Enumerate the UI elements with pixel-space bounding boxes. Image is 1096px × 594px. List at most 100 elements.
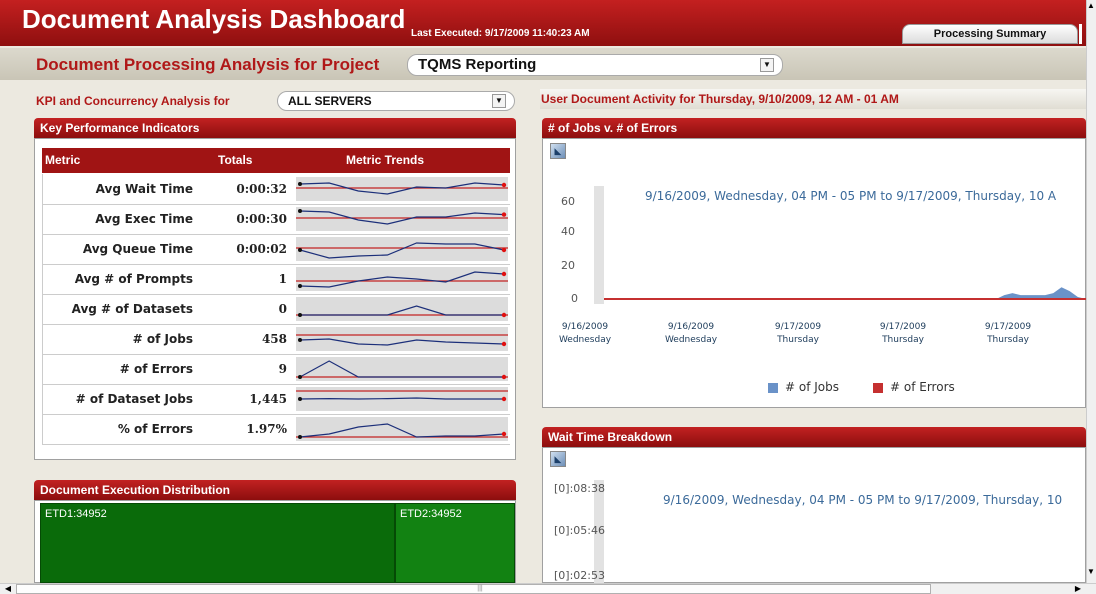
column-header-totals: Totals bbox=[218, 153, 253, 167]
y-tick-label: 60 bbox=[561, 195, 575, 208]
legend-label-jobs: # of Jobs bbox=[785, 380, 839, 394]
sparkline bbox=[296, 387, 508, 411]
server-dropdown-value: ALL SERVERS bbox=[288, 94, 372, 108]
scroll-right-icon[interactable]: ▶ bbox=[1072, 583, 1084, 594]
x-tick-date: 9/17/2009 bbox=[879, 322, 927, 332]
chart-options-icon[interactable]: ◣ bbox=[550, 143, 566, 159]
scroll-left-icon[interactable]: ◀ bbox=[2, 583, 14, 594]
sparkline bbox=[296, 357, 508, 381]
sparkline bbox=[296, 327, 508, 351]
x-tick-label: 9/16/2009 Wednesday bbox=[550, 321, 620, 347]
x-tick-day: Thursday bbox=[987, 335, 1029, 345]
chevron-down-icon[interactable]: ▼ bbox=[492, 94, 506, 108]
sparkline-start-point bbox=[298, 375, 302, 379]
jobs-chart-title: # of Jobs v. # of Errors bbox=[542, 118, 1086, 138]
y-tick-label: 20 bbox=[561, 259, 575, 272]
kpi-total-value: 0 bbox=[278, 302, 287, 316]
y-tick-label: [0]:02:53 bbox=[554, 569, 605, 582]
kpi-metric-label: % of Errors bbox=[117, 422, 193, 436]
kpi-row: Avg Queue Time 0:00:02 bbox=[42, 234, 510, 265]
x-tick-date: 9/17/2009 bbox=[774, 322, 822, 332]
scroll-grip-icon: ||| bbox=[477, 585, 483, 592]
processing-summary-button[interactable]: Processing Summary bbox=[902, 24, 1078, 44]
kpi-total-value: 0:00:30 bbox=[236, 212, 287, 226]
tab-separator bbox=[1079, 24, 1082, 44]
column-header-metric: Metric bbox=[45, 153, 81, 167]
jobs-chart-plot bbox=[604, 287, 1086, 300]
sparkline bbox=[296, 177, 508, 201]
x-tick-day: Wednesday bbox=[558, 335, 612, 345]
y-tick-label: 40 bbox=[561, 225, 575, 238]
sparkline bbox=[296, 237, 508, 261]
kpi-total-value: 9 bbox=[278, 362, 287, 376]
sparkline-start-point bbox=[298, 338, 302, 342]
kpi-row: # of Dataset Jobs 1,445 bbox=[42, 384, 510, 415]
sparkline-start-point bbox=[298, 209, 302, 213]
chevron-down-icon[interactable]: ▼ bbox=[760, 58, 774, 72]
kpi-total-value: 1,445 bbox=[249, 392, 287, 406]
sparkline-start-point bbox=[298, 435, 302, 439]
scroll-up-icon[interactable]: ▲ bbox=[1086, 0, 1096, 12]
sparkline bbox=[296, 267, 508, 291]
column-header-metric-trends: Metric Trends bbox=[346, 153, 425, 167]
project-dropdown[interactable]: TQMS Reporting ▼ bbox=[407, 54, 783, 76]
x-tick-day: Wednesday bbox=[664, 335, 718, 345]
y-tick-label: 0 bbox=[571, 292, 578, 305]
sparkline-end-point bbox=[501, 312, 507, 318]
sparkline bbox=[296, 417, 508, 441]
vertical-scrollbar[interactable] bbox=[1086, 0, 1096, 583]
x-tick-label: 9/17/2009 Thursday bbox=[868, 321, 938, 347]
scroll-down-icon[interactable]: ▼ bbox=[1086, 566, 1096, 578]
x-tick-label: 9/17/2009 Thursday bbox=[973, 321, 1043, 347]
kpi-metric-label: Avg # of Prompts bbox=[74, 272, 193, 286]
last-executed-text: Last Executed: 9/17/2009 11:40:23 AM bbox=[411, 28, 590, 39]
kpi-total-value: 458 bbox=[261, 332, 287, 346]
distribution-panel-title: Document Execution Distribution bbox=[34, 480, 516, 500]
kpi-row: # of Jobs 458 bbox=[42, 324, 510, 355]
user-activity-title: User Document Activity for Thursday, 9/1… bbox=[540, 89, 1086, 109]
jobs-chart-panel bbox=[542, 138, 1086, 408]
series-area-jobs bbox=[604, 287, 1086, 299]
sparkline-background bbox=[296, 297, 508, 321]
wait-chart-panel bbox=[542, 447, 1086, 583]
sparkline bbox=[296, 207, 508, 231]
kpi-metric-label: # of Dataset Jobs bbox=[75, 392, 193, 406]
kpi-row: # of Errors 9 bbox=[42, 354, 510, 385]
kpi-row: Avg # of Datasets 0 bbox=[42, 294, 510, 325]
sparkline-end-point bbox=[501, 212, 507, 217]
sparkline-end-point bbox=[501, 431, 507, 437]
legend-swatch-errors bbox=[873, 383, 883, 393]
wait-chart-title: Wait Time Breakdown bbox=[542, 427, 1086, 447]
kpi-row: Avg Wait Time 0:00:32 bbox=[42, 174, 510, 205]
page-title: Document Analysis Dashboard bbox=[22, 4, 406, 34]
sparkline-end-point bbox=[501, 271, 507, 277]
sparkline-end-point bbox=[501, 374, 507, 380]
kpi-table-header: Metric Totals Metric Trends bbox=[42, 148, 510, 173]
server-dropdown[interactable]: ALL SERVERS ▼ bbox=[277, 91, 515, 111]
legend-label-errors: # of Errors bbox=[890, 380, 955, 394]
y-tick-label: [0]:05:46 bbox=[554, 524, 605, 537]
jobs-chart-date-range: 9/16/2009, Wednesday, 04 PM - 05 PM to 9… bbox=[645, 189, 1057, 203]
kpi-panel-title: Key Performance Indicators bbox=[34, 118, 516, 138]
legend-swatch-jobs bbox=[768, 383, 778, 393]
x-tick-label: 9/17/2009 Thursday bbox=[763, 321, 833, 347]
distribution-cell-etd2[interactable]: ETD2:34952 bbox=[395, 503, 515, 583]
x-tick-date: 9/17/2009 bbox=[984, 322, 1032, 332]
sparkline-end-point bbox=[501, 247, 507, 253]
sparkline-end-point bbox=[501, 341, 507, 347]
kpi-metric-label: # of Errors bbox=[119, 362, 193, 376]
y-tick-label: [0]:08:38 bbox=[554, 482, 605, 495]
kpi-filter-label: KPI and Concurrency Analysis for bbox=[36, 94, 230, 108]
x-tick-day: Thursday bbox=[777, 335, 819, 345]
distribution-cell-etd1[interactable]: ETD1:34952 bbox=[40, 503, 395, 583]
chart-options-icon[interactable]: ◣ bbox=[550, 451, 566, 467]
kpi-metric-label: Avg Queue Time bbox=[82, 242, 193, 256]
sparkline-start-point bbox=[298, 182, 302, 186]
sparkline bbox=[296, 297, 508, 321]
sparkline-end-point bbox=[501, 396, 507, 402]
x-tick-date: 9/16/2009 bbox=[667, 322, 715, 332]
x-tick-day: Thursday bbox=[882, 335, 924, 345]
y-axis-band bbox=[594, 186, 604, 304]
sparkline-start-point bbox=[298, 313, 302, 317]
sparkline-end-point bbox=[501, 182, 507, 188]
